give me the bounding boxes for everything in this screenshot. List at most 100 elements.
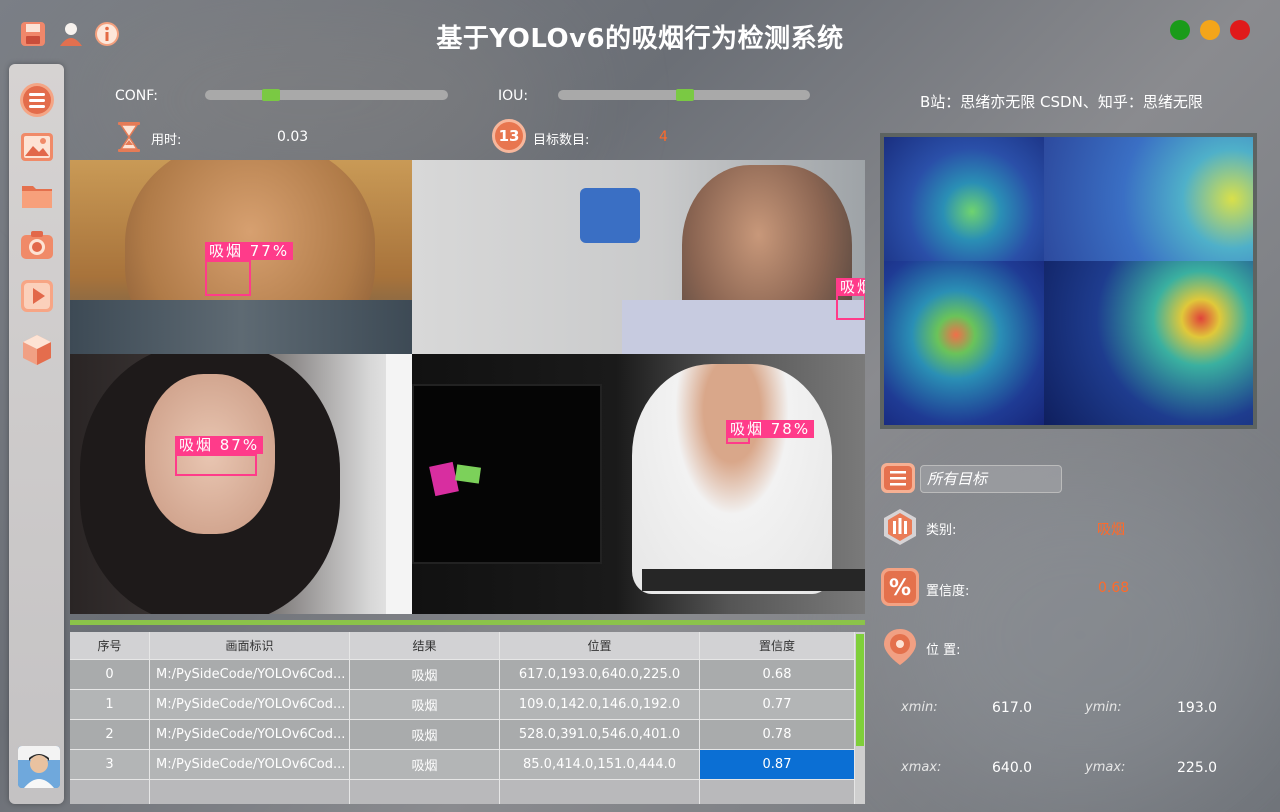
column-header[interactable]: 序号 bbox=[70, 632, 150, 659]
table-cell[interactable]: M:/PySideCode/YOLOv6Cod... bbox=[150, 690, 350, 719]
heatmap-quadrant bbox=[1044, 261, 1253, 425]
minimize-button[interactable] bbox=[1200, 20, 1220, 40]
ymin-label: ymin: bbox=[1085, 700, 1122, 715]
confidence-label: 置信度: bbox=[926, 584, 970, 599]
table-cell[interactable]: 528.0,391.0,546.0,401.0 bbox=[500, 720, 700, 749]
sticky-note bbox=[455, 464, 481, 484]
target-count-icon: 13 bbox=[492, 119, 526, 153]
table-cell[interactable]: 吸烟 bbox=[350, 690, 500, 719]
menu-icon[interactable] bbox=[19, 82, 55, 118]
column-header[interactable]: 画面标识 bbox=[150, 632, 350, 659]
ymax-value: 225.0 bbox=[1177, 760, 1218, 776]
count-label: 目标数目: bbox=[533, 133, 590, 148]
image-quadrant bbox=[412, 354, 865, 614]
table-row[interactable]: 3 M:/PySideCode/YOLOv6Cod... 吸烟 85.0,414… bbox=[70, 749, 865, 779]
table-cell[interactable]: 吸烟 bbox=[350, 660, 500, 689]
table-cell[interactable]: M:/PySideCode/YOLOv6Cod... bbox=[150, 720, 350, 749]
table-row[interactable]: 2 M:/PySideCode/YOLOv6Cod... 吸烟 528.0,39… bbox=[70, 719, 865, 749]
video-icon[interactable] bbox=[19, 278, 55, 314]
xmax-value: 640.0 bbox=[992, 760, 1033, 776]
keyboard-shape bbox=[642, 569, 865, 591]
table-scrollbar[interactable] bbox=[855, 632, 865, 804]
image-icon[interactable] bbox=[19, 129, 55, 165]
folder-icon[interactable] bbox=[19, 178, 55, 214]
location-pin-icon bbox=[880, 627, 920, 667]
heatmap-quadrant bbox=[1044, 137, 1253, 261]
credit-text: B站：思绪亦无限 CSDN、知乎：思绪无限 bbox=[920, 93, 1203, 111]
table-cell[interactable]: M:/PySideCode/YOLOv6Cod... bbox=[150, 750, 350, 779]
table-cell[interactable]: 109.0,142.0,146.0,192.0 bbox=[500, 690, 700, 719]
detection-box bbox=[175, 454, 257, 476]
table-cell[interactable]: 吸烟 bbox=[350, 750, 500, 779]
xmin-label: xmin: bbox=[901, 700, 938, 715]
column-header[interactable]: 结果 bbox=[350, 632, 500, 659]
detection-label: 吸烟 87% bbox=[175, 436, 264, 454]
class-value: 吸烟 bbox=[1097, 522, 1125, 538]
table-cell[interactable]: 吸烟 bbox=[350, 720, 500, 749]
background-blob bbox=[880, 460, 1280, 810]
results-table[interactable]: 序号 画面标识 结果 位置 置信度 0 M:/PySideCode/YOLOv6… bbox=[70, 632, 865, 804]
percent-icon: % bbox=[880, 567, 920, 607]
avatar[interactable] bbox=[18, 746, 60, 788]
image-quadrant bbox=[412, 160, 865, 354]
table-header: 序号 画面标识 结果 位置 置信度 bbox=[70, 632, 865, 659]
table-row[interactable]: 1 M:/PySideCode/YOLOv6Cod... 吸烟 109.0,14… bbox=[70, 689, 865, 719]
iou-slider[interactable] bbox=[558, 89, 810, 101]
close-button[interactable] bbox=[1230, 20, 1250, 40]
time-value: 0.03 bbox=[277, 129, 309, 145]
table-cell[interactable]: 0.77 bbox=[700, 690, 855, 719]
time-label: 用时: bbox=[151, 133, 182, 148]
table-cell[interactable]: 0.78 bbox=[700, 720, 855, 749]
table-cell[interactable]: 0.68 bbox=[700, 660, 855, 689]
person-shape bbox=[632, 364, 832, 594]
count-value: 4 bbox=[659, 129, 668, 145]
progress-bar bbox=[70, 620, 865, 625]
detection-label: 吸烟 bbox=[836, 278, 865, 296]
watermark-strip bbox=[386, 354, 412, 614]
detection-label: 吸烟 78% bbox=[726, 420, 815, 438]
detection-image: 吸烟 77% 吸烟 吸烟 87% 吸烟 78% bbox=[70, 160, 865, 614]
ymax-label: ymax: bbox=[1085, 760, 1126, 775]
conf-label: CONF: bbox=[115, 88, 158, 104]
window-title: 基于YOLOv6的吸烟行为检测系统 bbox=[436, 24, 844, 54]
sidebar bbox=[9, 64, 64, 804]
column-header[interactable]: 位置 bbox=[500, 632, 700, 659]
conf-slider[interactable] bbox=[205, 89, 448, 101]
table-cell[interactable]: 1 bbox=[70, 690, 150, 719]
detection-label: 吸烟 77% bbox=[205, 242, 294, 260]
xmin-value: 617.0 bbox=[992, 700, 1033, 716]
class-label: 类别: bbox=[926, 523, 957, 538]
table-cell[interactable]: 85.0,414.0,151.0,444.0 bbox=[500, 750, 700, 779]
image-quadrant bbox=[70, 354, 412, 614]
table-cell[interactable]: M:/PySideCode/YOLOv6Cod... bbox=[150, 660, 350, 689]
table-cell[interactable]: 3 bbox=[70, 750, 150, 779]
model-icon[interactable] bbox=[19, 332, 55, 368]
table-row-empty bbox=[70, 779, 865, 804]
table-cell[interactable]: 617.0,193.0,640.0,225.0 bbox=[500, 660, 700, 689]
heatmap-image bbox=[880, 133, 1257, 429]
confidence-value: 0.68 bbox=[1098, 580, 1130, 596]
heatmap-quadrant bbox=[884, 261, 1044, 425]
iou-slider-handle[interactable] bbox=[676, 89, 694, 101]
table-cell-selected[interactable]: 0.87 bbox=[700, 750, 855, 779]
column-header[interactable]: 置信度 bbox=[700, 632, 855, 659]
hourglass-icon bbox=[112, 120, 146, 154]
svg-text:%: % bbox=[889, 576, 911, 601]
shirt-shape bbox=[70, 300, 412, 354]
detection-box bbox=[205, 260, 251, 296]
xmax-label: xmax: bbox=[901, 760, 942, 775]
table-row[interactable]: 0 M:/PySideCode/YOLOv6Cod... 吸烟 617.0,19… bbox=[70, 659, 865, 689]
list-icon bbox=[880, 460, 916, 496]
table-cell[interactable]: 2 bbox=[70, 720, 150, 749]
table-cell[interactable]: 0 bbox=[70, 660, 150, 689]
camera-icon[interactable] bbox=[19, 227, 55, 263]
position-label: 位 置: bbox=[926, 643, 961, 658]
target-select[interactable]: 所有目标 bbox=[920, 465, 1062, 493]
ymin-value: 193.0 bbox=[1177, 700, 1218, 716]
meter-shape bbox=[580, 188, 640, 243]
class-icon bbox=[880, 507, 920, 547]
maximize-button[interactable] bbox=[1170, 20, 1190, 40]
scrollbar-thumb[interactable] bbox=[856, 634, 864, 746]
conf-slider-handle[interactable] bbox=[262, 89, 280, 101]
shirt-shape bbox=[622, 300, 865, 354]
